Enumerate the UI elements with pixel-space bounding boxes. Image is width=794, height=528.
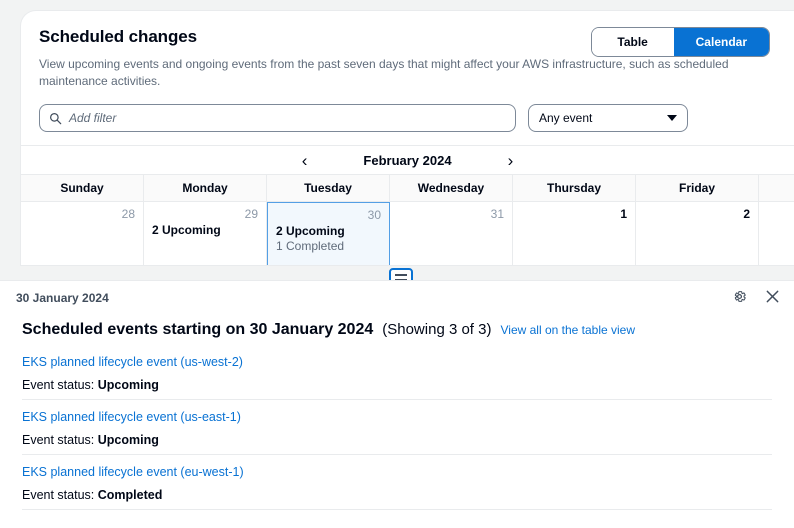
event-status-label: Event status:: [22, 488, 94, 502]
day-upcoming-count: 2 Upcoming: [276, 224, 381, 238]
previous-month-button[interactable]: ‹: [298, 152, 312, 169]
calendar-day-cell-selected[interactable]: 30 2 Upcoming 1 Completed: [267, 202, 390, 266]
close-panel-button[interactable]: [765, 289, 780, 307]
calendar-day-cell[interactable]: [759, 202, 794, 266]
event-status: Event status: Upcoming: [22, 378, 772, 392]
calendar-weekday-header: Sunday Monday Tuesday Wednesday Thursday…: [21, 174, 794, 201]
search-placeholder: Add filter: [69, 111, 116, 125]
day-number: 1: [521, 207, 627, 221]
event-link[interactable]: EKS planned lifecycle event (us-east-1): [22, 410, 241, 424]
split-panel-header: 30 January 2024: [0, 281, 794, 315]
close-icon: [765, 289, 780, 307]
calendar-week-row: 28 29 2 Upcoming 30 2 Upcoming 1 Complet…: [21, 201, 794, 266]
weekday-saturday: Saturday: [759, 175, 794, 201]
gear-icon: [732, 289, 747, 307]
calendar-day-cell[interactable]: 28: [21, 202, 144, 266]
current-month-label: February 2024: [363, 153, 451, 168]
month-navigation: ‹ February 2024 ›: [21, 145, 794, 174]
list-item: EKS planned lifecycle event (eu-west-1) …: [22, 463, 772, 518]
events-list: EKS planned lifecycle event (us-west-2) …: [0, 339, 794, 518]
day-number: 28: [29, 207, 135, 221]
divider: [22, 509, 772, 510]
split-panel: 30 January 2024 Sch: [0, 280, 794, 528]
view-toggle-group: Table Calendar: [591, 27, 770, 57]
divider: [22, 454, 772, 455]
split-panel-date: 30 January 2024: [16, 291, 109, 305]
day-number: 2: [644, 207, 750, 221]
drag-handle-icon: [395, 274, 407, 276]
event-status-label: Event status:: [22, 378, 94, 392]
event-status: Event status: Upcoming: [22, 433, 772, 447]
calendar-day-cell[interactable]: 29 2 Upcoming: [144, 202, 267, 266]
search-icon: [49, 112, 62, 125]
panel-result-count: (Showing 3 of 3): [382, 321, 491, 338]
split-panel-actions: [732, 289, 780, 307]
event-link[interactable]: EKS planned lifecycle event (us-west-2): [22, 355, 243, 369]
day-completed-count: 1 Completed: [276, 239, 381, 253]
event-status-label: Event status:: [22, 433, 94, 447]
weekday-monday: Monday: [144, 175, 267, 201]
scheduled-changes-card: Scheduled changes View upcoming events a…: [20, 10, 794, 266]
weekday-friday: Friday: [636, 175, 759, 201]
card-header: Scheduled changes View upcoming events a…: [21, 11, 794, 90]
divider: [22, 399, 772, 400]
calendar-day-cell[interactable]: 31: [390, 202, 513, 266]
chevron-down-icon: [667, 115, 677, 121]
status-badge: Upcoming: [98, 378, 159, 392]
search-input[interactable]: Add filter: [39, 104, 516, 132]
tab-table-view[interactable]: Table: [592, 28, 674, 56]
settings-button[interactable]: [732, 289, 747, 307]
event-type-select-value: Any event: [539, 111, 592, 125]
weekday-wednesday: Wednesday: [390, 175, 513, 201]
day-number: 30: [276, 208, 381, 222]
panel-heading-title: Scheduled events starting on 30 January …: [22, 321, 373, 339]
view-all-table-link[interactable]: View all on the table view: [500, 323, 635, 337]
weekday-thursday: Thursday: [513, 175, 636, 201]
calendar-day-cell[interactable]: 1: [513, 202, 636, 266]
day-number: 31: [398, 207, 504, 221]
day-upcoming-count: 2 Upcoming: [152, 223, 258, 237]
weekday-tuesday: Tuesday: [267, 175, 390, 201]
event-status: Event status: Completed: [22, 488, 772, 502]
event-link[interactable]: EKS planned lifecycle event (eu-west-1): [22, 465, 244, 479]
filter-row: Add filter Any event: [21, 90, 794, 145]
calendar-day-cell[interactable]: 2: [636, 202, 759, 266]
next-month-button[interactable]: ›: [504, 152, 518, 169]
status-badge: Completed: [98, 488, 163, 502]
tab-calendar-view[interactable]: Calendar: [674, 28, 769, 56]
status-badge: Upcoming: [98, 433, 159, 447]
weekday-sunday: Sunday: [21, 175, 144, 201]
event-type-select[interactable]: Any event: [528, 104, 688, 132]
list-item: EKS planned lifecycle event (us-east-1) …: [22, 408, 772, 463]
panel-heading-row: Scheduled events starting on 30 January …: [0, 315, 794, 339]
list-item: EKS planned lifecycle event (us-west-2) …: [22, 353, 772, 408]
day-number: 29: [152, 207, 258, 221]
card-description: View upcoming events and ongoing events …: [39, 56, 729, 90]
